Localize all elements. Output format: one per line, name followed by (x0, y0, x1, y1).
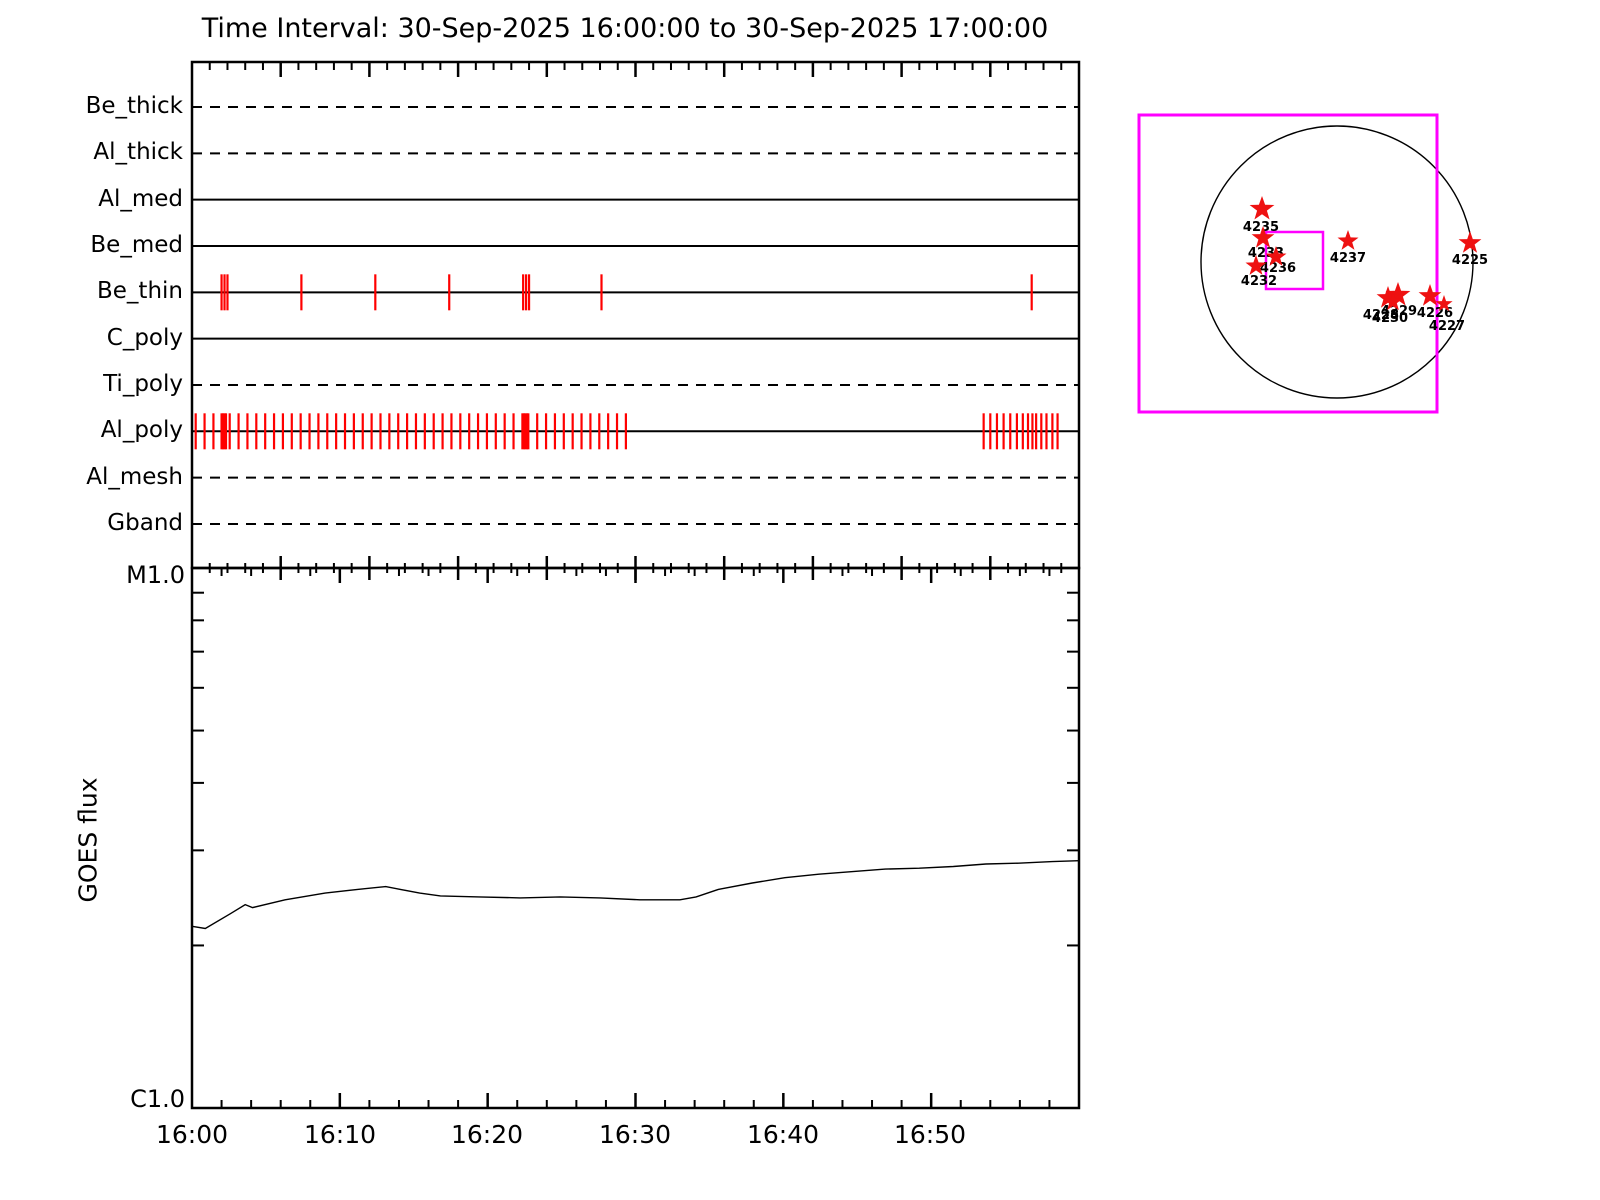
timeline-panel-frame (190, 60, 1081, 570)
xtick-1610: 16:10 (303, 1120, 377, 1149)
active-region-label-4232: 4232 (1241, 274, 1277, 289)
row-label-be-thin: Be_thin (97, 278, 183, 304)
xtick-1640: 16:40 (746, 1120, 820, 1149)
plot-canvas: 42354233423642324237 4225422942304228 4226… (190, 60, 1488, 1110)
active-region-label-4237: 4237 (1330, 251, 1366, 266)
row-label-be-med: Be_med (90, 232, 183, 258)
row-label-gband: Gband (107, 510, 183, 536)
row-label-c-poly: C_poly (106, 325, 183, 351)
goes-ymin-label: C1.0 (130, 1085, 185, 1113)
goes-axis-title: GOES flux (73, 777, 103, 903)
goes-flux-curve (191, 860, 1080, 930)
screenshot-root: 4235 4233 4236 4232 4237 4225 4229 4230 4228 4226… (0, 0, 1600, 1200)
row-label-ti-poly: Ti_poly (103, 371, 183, 397)
page-title: Time Interval: 30-Sep-2025 16:00:00 to 3… (201, 13, 1049, 44)
row-label-al-mesh: Al_mesh (86, 464, 183, 490)
active-region-star-4235 (1249, 196, 1275, 220)
xtick-1630: 16:30 (598, 1120, 672, 1149)
goes-panel-frame (190, 566, 1081, 1110)
row-label-al-thick: Al_thick (93, 139, 183, 165)
xtick-1600: 16:00 (155, 1120, 229, 1149)
goes-ymax-label: M1.0 (126, 561, 185, 589)
active-region-star-4225 (1458, 231, 1482, 253)
row-label-al-poly: Al_poly (100, 417, 183, 443)
xtick-1650: 16:50 (893, 1120, 967, 1149)
row-label-al-med: Al_med (98, 186, 183, 212)
xtick-1620: 16:20 (450, 1120, 524, 1149)
active-region-label-4225: 4225 (1452, 253, 1488, 268)
active-region-label-4228: 4228 (1363, 308, 1399, 323)
active-region-label-4227: 4227 (1429, 319, 1465, 334)
active-region-star-4237 (1337, 230, 1359, 250)
row-label-be-thick: Be_thick (85, 93, 183, 119)
